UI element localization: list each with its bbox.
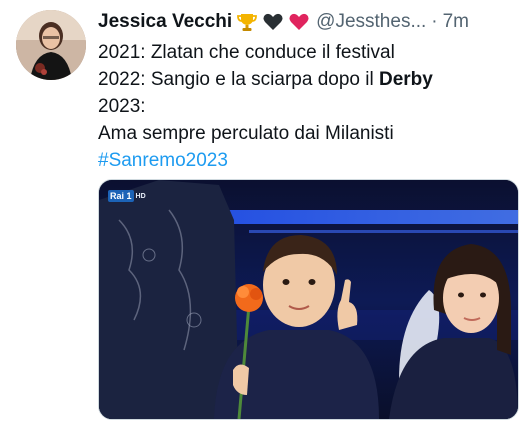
hd-watermark: HD <box>135 192 146 200</box>
header-separator: · <box>431 11 438 32</box>
red-heart-icon <box>288 11 310 33</box>
rai1-hd-logo: Rai 1 HD <box>108 190 146 202</box>
rai1-watermark: Rai 1 <box>108 190 134 202</box>
tweet-line-3: 2023: <box>98 96 146 117</box>
tweet-line-1: 2021: Zlatan che conduce il festival <box>98 42 395 63</box>
tweet-line-2-bold: Derby <box>378 69 433 90</box>
tweet-header: Jessica Vecchi @Jessthes... · 7m <box>98 10 469 34</box>
tweet-timestamp[interactable]: 7m <box>443 10 469 34</box>
hashtag-link[interactable]: #Sanremo2023 <box>98 150 228 171</box>
tweet-line-4: Ama sempre perculato dai Milanisti <box>98 123 394 144</box>
author-avatar[interactable] <box>16 10 86 80</box>
tweet-line-5: #Sanremo2023 <box>98 147 508 174</box>
tweet-line-2: 2022: Sangio e la sciarpa dopo il Derby <box>98 66 508 93</box>
author-display-name[interactable]: Jessica Vecchi <box>98 10 232 34</box>
black-heart-icon <box>262 11 284 33</box>
tweet-text: 2021: Zlatan che conduce il festival 202… <box>98 39 508 174</box>
avatar-image <box>16 10 86 80</box>
tweet-line-2-text: 2022: Sangio e la sciarpa dopo il <box>98 69 379 90</box>
author-handle[interactable]: @Jessthes... <box>316 10 426 34</box>
tweet[interactable]: Jessica Vecchi @Jessthes... · 7m 2021: Z… <box>0 0 528 425</box>
media-photo <box>99 180 518 419</box>
trophy-icon <box>236 11 258 33</box>
tweet-media-image[interactable]: Rai 1 HD <box>98 179 519 420</box>
